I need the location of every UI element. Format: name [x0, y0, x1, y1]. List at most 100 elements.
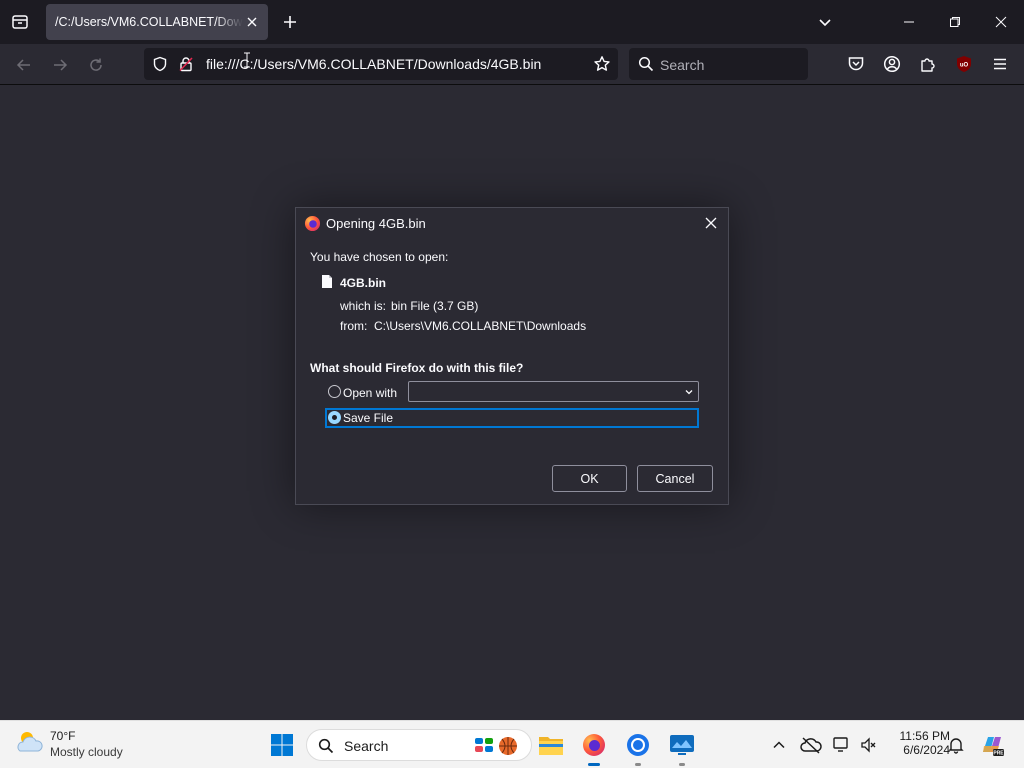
show-hidden-icons-button[interactable] [765, 731, 793, 759]
minimize-button[interactable] [886, 0, 932, 44]
onedrive-tray-icon[interactable] [797, 731, 825, 759]
clock-time: 11:56 PM [899, 729, 950, 743]
cloud-offline-icon [800, 737, 822, 754]
open-with-label[interactable]: Open with [343, 386, 397, 400]
cloud-sun-icon [17, 732, 43, 752]
ublock-button[interactable]: uO [954, 54, 974, 74]
firefox-logo-icon [583, 734, 605, 756]
url-bar[interactable]: file:///C:/Users/VM6.COLLABNET/Downloads… [144, 48, 618, 80]
cancel-button[interactable]: Cancel [637, 465, 713, 492]
weather-desc: Mostly cloudy [50, 745, 123, 759]
volume-tray-icon[interactable] [855, 731, 883, 759]
navigation-toolbar: file:///C:/Users/VM6.COLLABNET/Downloads… [0, 44, 1024, 85]
tab-close-button[interactable] [244, 14, 260, 30]
ok-button[interactable]: OK [552, 465, 627, 492]
menu-button[interactable] [990, 54, 1010, 74]
tab-strip: /C:/Users/VM6.COLLABNET/Downloads/4GB.bi… [0, 0, 1024, 44]
search-bar[interactable]: Search [629, 48, 808, 80]
search-icon [318, 738, 334, 754]
start-button[interactable] [268, 731, 296, 759]
pocket-icon [848, 57, 864, 71]
pocket-button[interactable] [846, 54, 866, 74]
from-value: C:\Users\VM6.COLLABNET\Downloads [374, 319, 587, 333]
firefox-view-icon [12, 15, 28, 29]
ublock-icon: uO [957, 56, 971, 72]
bookmark-star-icon[interactable] [593, 55, 611, 78]
window-close-button[interactable] [978, 0, 1024, 44]
file-explorer-button[interactable] [537, 731, 565, 759]
taskbar: 70°F Mostly cloudy Search 11:56 PM 6/6/2… [0, 720, 1024, 768]
folder-icon [539, 737, 563, 755]
dialog-close-button[interactable] [702, 214, 720, 232]
firefox-view-button[interactable] [8, 10, 32, 34]
svg-text:uO: uO [960, 63, 969, 69]
clock[interactable]: 11:56 PM 6/6/2024 [880, 729, 950, 757]
volume-muted-icon [861, 737, 876, 753]
firefox-logo-icon [304, 215, 321, 232]
download-dialog: Opening 4GB.bin You have chosen to open:… [295, 207, 729, 505]
search-placeholder: Search [660, 57, 705, 73]
chrome-logo-icon [627, 734, 649, 756]
chevron-up-icon [773, 741, 785, 749]
firefox-taskbar-button[interactable] [580, 731, 608, 766]
minimize-icon [904, 21, 914, 23]
lock-warning-icon[interactable] [178, 56, 194, 77]
search-highlight-icon [475, 737, 517, 755]
notification-button[interactable] [942, 731, 970, 759]
intro-text: You have chosen to open: [310, 250, 449, 264]
copilot-button[interactable]: PRE [978, 731, 1006, 759]
remote-desktop-taskbar-button[interactable] [668, 731, 696, 766]
file-icon [321, 274, 333, 294]
tab-title: /C:/Users/VM6.COLLABNET/Downloads/4GB.bi… [55, 15, 243, 29]
weather-temp: 70°F [50, 729, 76, 743]
shield-icon[interactable] [152, 56, 168, 77]
list-all-tabs-button[interactable] [815, 12, 835, 32]
dialog-title: Opening 4GB.bin [326, 216, 426, 231]
copilot-icon: PRE [983, 737, 1004, 757]
extensions-button[interactable] [918, 54, 938, 74]
chrome-taskbar-button[interactable] [624, 731, 652, 766]
from-label: from: [340, 319, 368, 333]
hamburger-icon [994, 58, 1006, 70]
save-file-label[interactable]: Save File [343, 411, 393, 425]
account-icon [883, 55, 901, 73]
forward-button[interactable] [46, 51, 74, 79]
reload-button[interactable] [82, 51, 110, 79]
chevron-down-icon [819, 19, 831, 27]
file-name: 4GB.bin [340, 276, 387, 290]
file-type-value: bin File (3.7 GB) [391, 299, 479, 313]
reload-icon [90, 58, 102, 71]
arrow-left-icon [16, 59, 30, 71]
puzzle-icon [921, 58, 935, 72]
restore-button[interactable] [932, 0, 978, 44]
open-with-radio[interactable] [328, 385, 341, 398]
url-text[interactable]: file:///C:/Users/VM6.COLLABNET/Downloads… [206, 56, 541, 72]
clock-date: 6/6/2024 [903, 743, 950, 757]
open-with-select[interactable] [408, 381, 699, 402]
tab-active[interactable]: /C:/Users/VM6.COLLABNET/Downloads/4GB.bi… [46, 4, 268, 40]
account-button[interactable] [882, 54, 902, 74]
plus-icon [284, 16, 296, 28]
search-icon [638, 56, 654, 77]
text-cursor-icon [244, 52, 250, 68]
close-icon [247, 17, 257, 27]
taskbar-search[interactable]: Search [306, 729, 532, 761]
arrow-right-icon [54, 59, 68, 71]
save-file-radio[interactable] [328, 411, 341, 424]
bell-icon [948, 738, 964, 754]
windows-logo-icon [271, 734, 293, 756]
new-tab-button[interactable] [279, 11, 301, 33]
svg-text:PRE: PRE [993, 751, 1004, 757]
question-text: What should Firefox do with this file? [310, 361, 524, 375]
monitor-network-icon [833, 737, 848, 752]
taskbar-search-label: Search [344, 738, 389, 754]
network-tray-icon[interactable] [829, 731, 857, 759]
remote-desktop-icon [670, 735, 694, 755]
which-is-label: which is: [340, 299, 387, 313]
chevron-down-icon [685, 390, 693, 395]
close-icon [705, 217, 717, 229]
close-icon [995, 16, 1007, 28]
back-button[interactable] [10, 51, 38, 79]
weather-widget[interactable]: 70°F Mostly cloudy [14, 727, 123, 762]
restore-icon [950, 17, 960, 27]
